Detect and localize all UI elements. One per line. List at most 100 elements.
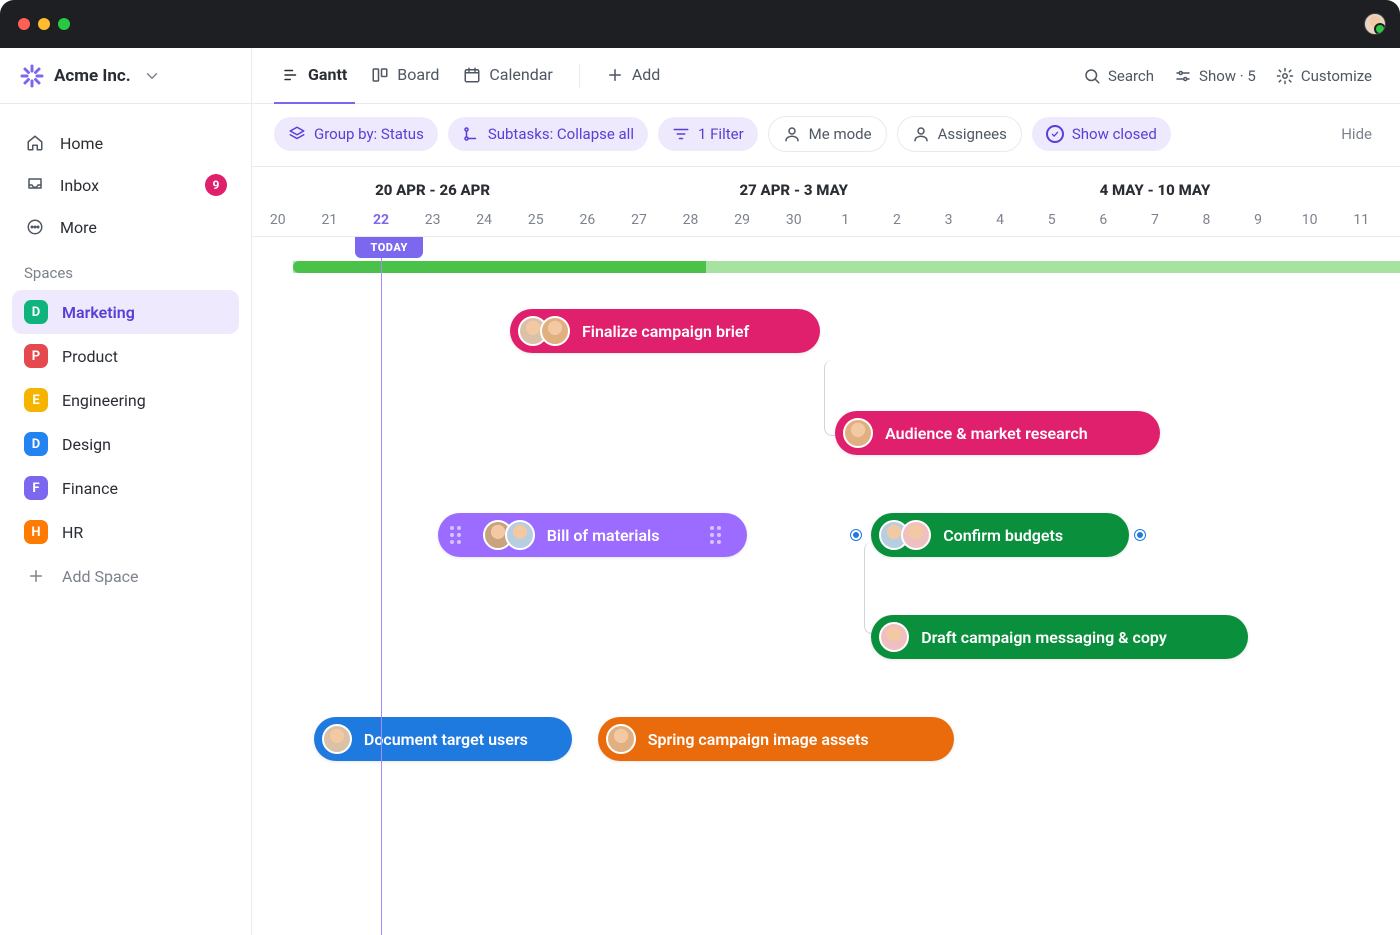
- sidebar-space-finance[interactable]: F Finance: [12, 466, 239, 510]
- day-label[interactable]: 3: [923, 203, 975, 236]
- assignee-avatar[interactable]: [505, 520, 535, 550]
- day-label[interactable]: 23: [407, 203, 459, 236]
- gantt-timeline[interactable]: 20 APR - 26 APR27 APR - 3 MAY4 MAY - 10 …: [252, 167, 1400, 935]
- day-label[interactable]: 21: [304, 203, 356, 236]
- nav-home[interactable]: Home: [12, 122, 239, 164]
- customize-button[interactable]: Customize: [1270, 61, 1378, 91]
- milestone-dot-icon[interactable]: [851, 530, 861, 540]
- week-range-label: 20 APR - 26 APR: [252, 167, 613, 203]
- person-icon: [783, 125, 801, 143]
- day-label[interactable]: 7: [1129, 203, 1181, 236]
- gantt-body[interactable]: TODAY Finalize campaign briefAudience & …: [252, 237, 1400, 935]
- show-label: Show · 5: [1199, 67, 1256, 85]
- day-label[interactable]: 8: [1181, 203, 1233, 236]
- add-space-button[interactable]: Add Space: [12, 554, 239, 598]
- minimize-window-icon[interactable]: [38, 18, 50, 30]
- gear-icon: [1276, 67, 1294, 85]
- assignees-chip[interactable]: Assignees: [897, 116, 1022, 152]
- gantt-task-bar[interactable]: Confirm budgets: [871, 513, 1129, 557]
- day-label[interactable]: 27: [613, 203, 665, 236]
- day-label[interactable]: 10: [1284, 203, 1336, 236]
- space-color-icon: P: [24, 344, 48, 368]
- space-label: Design: [62, 435, 111, 454]
- day-label[interactable]: 11: [1335, 203, 1387, 236]
- sidebar-space-marketing[interactable]: DMarketing: [12, 290, 239, 334]
- milestone-dot-icon[interactable]: [1135, 530, 1145, 540]
- drag-handle-icon[interactable]: [450, 526, 461, 544]
- gantt-task-bar[interactable]: Spring campaign image assets: [598, 717, 954, 761]
- task-assignees[interactable]: [322, 724, 352, 754]
- day-label[interactable]: 22: [355, 203, 407, 236]
- day-label[interactable]: 29: [716, 203, 768, 236]
- task-title: Confirm budgets: [943, 526, 1063, 545]
- close-window-icon[interactable]: [18, 18, 30, 30]
- window-controls[interactable]: [18, 18, 70, 30]
- gantt-task-bar[interactable]: Bill of materials: [438, 513, 748, 557]
- task-assignees[interactable]: [843, 418, 873, 448]
- day-label[interactable]: 28: [665, 203, 717, 236]
- day-label[interactable]: 5: [1026, 203, 1078, 236]
- day-label[interactable]: 4: [974, 203, 1026, 236]
- day-label[interactable]: 1: [820, 203, 872, 236]
- assignee-avatar[interactable]: [606, 724, 636, 754]
- me-mode-chip[interactable]: Me mode: [768, 116, 887, 152]
- space-color-icon: F: [24, 476, 48, 500]
- task-assignees[interactable]: [518, 316, 570, 346]
- search-button[interactable]: Search: [1077, 61, 1160, 91]
- day-label[interactable]: 24: [458, 203, 510, 236]
- day-label[interactable]: 25: [510, 203, 562, 236]
- day-label[interactable]: 20: [252, 203, 304, 236]
- day-label[interactable]: 30: [768, 203, 820, 236]
- gantt-task-bar[interactable]: Document target users: [314, 717, 572, 761]
- hide-filters-button[interactable]: Hide: [1341, 125, 1378, 143]
- workspace-switcher[interactable]: Acme Inc.: [0, 48, 251, 104]
- inbox-badge: 9: [205, 174, 227, 196]
- tab-calendar[interactable]: Calendar: [455, 48, 560, 104]
- day-label[interactable]: 6: [1078, 203, 1130, 236]
- space-label: Product: [62, 347, 118, 366]
- group-by-chip[interactable]: Group by: Status: [274, 117, 438, 151]
- add-view-button[interactable]: Add: [598, 48, 668, 104]
- subtasks-icon: [462, 125, 480, 143]
- assignee-avatar[interactable]: [843, 418, 873, 448]
- task-assignees[interactable]: [879, 520, 931, 550]
- assignee-avatar[interactable]: [540, 316, 570, 346]
- sidebar-space-engineering[interactable]: EEngineering: [12, 378, 239, 422]
- show-button[interactable]: Show · 5: [1168, 61, 1262, 91]
- show-closed-chip[interactable]: Show closed: [1032, 117, 1171, 151]
- me-mode-label: Me mode: [809, 125, 872, 143]
- day-label[interactable]: 9: [1232, 203, 1284, 236]
- day-label[interactable]: 2: [871, 203, 923, 236]
- drag-handle-icon[interactable]: [710, 526, 721, 544]
- task-assignees[interactable]: [483, 520, 535, 550]
- subtasks-chip[interactable]: Subtasks: Collapse all: [448, 117, 648, 151]
- task-assignees[interactable]: [879, 622, 909, 652]
- filter-chip[interactable]: 1 Filter: [658, 117, 758, 151]
- sidebar-space-design[interactable]: DDesign: [12, 422, 239, 466]
- main-content: Gantt Board Calendar Add S: [252, 48, 1400, 935]
- assignee-avatar[interactable]: [901, 520, 931, 550]
- assignee-avatar[interactable]: [322, 724, 352, 754]
- sidebar: Acme Inc. Home Inbox 9 More Spaces: [0, 48, 252, 935]
- gantt-task-bar[interactable]: Audience & market research: [835, 411, 1160, 455]
- gantt-task-bar[interactable]: Finalize campaign brief: [510, 309, 820, 353]
- space-label: Finance: [62, 479, 118, 498]
- nav-more[interactable]: More: [12, 206, 239, 248]
- sidebar-space-product[interactable]: P Product: [12, 334, 239, 378]
- assignee-avatar[interactable]: [879, 622, 909, 652]
- user-avatar[interactable]: [1364, 13, 1386, 35]
- maximize-window-icon[interactable]: [58, 18, 70, 30]
- day-label[interactable]: 26: [562, 203, 614, 236]
- app-logo-icon: [20, 64, 44, 88]
- sidebar-space-hr[interactable]: HHR: [12, 510, 239, 554]
- tab-board[interactable]: Board: [363, 48, 447, 104]
- nav-inbox[interactable]: Inbox 9: [12, 164, 239, 206]
- group-by-label: Group by: Status: [314, 125, 424, 143]
- layers-icon: [288, 125, 306, 143]
- tab-gantt[interactable]: Gantt: [274, 48, 355, 104]
- gantt-task-bar[interactable]: Draft campaign messaging & copy: [871, 615, 1248, 659]
- task-title: Finalize campaign brief: [582, 322, 749, 341]
- task-assignees[interactable]: [606, 724, 636, 754]
- day-label[interactable]: 12: [1387, 203, 1400, 236]
- customize-label: Customize: [1301, 67, 1372, 85]
